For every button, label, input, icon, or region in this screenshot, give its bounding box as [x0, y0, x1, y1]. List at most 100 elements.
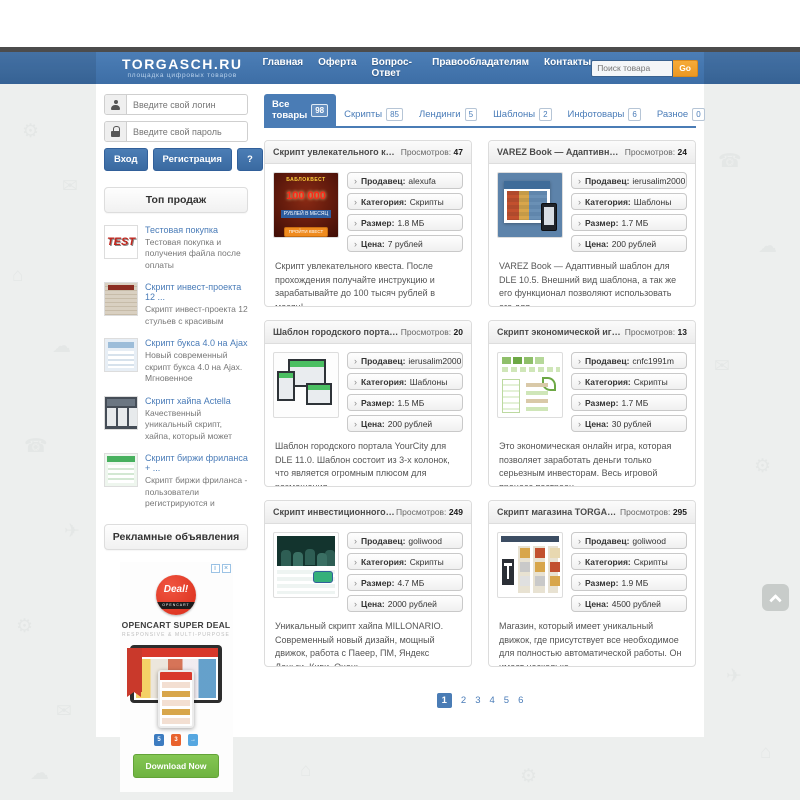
item-thumbnail[interactable]: TEST — [104, 225, 138, 259]
chevron-right-icon: › — [354, 578, 357, 588]
thumb-amount: 100 000 — [274, 190, 338, 202]
seller-label: Продавец: — [361, 176, 405, 186]
product-title[interactable]: Шаблон городского портала Y... — [273, 327, 399, 337]
product-title[interactable]: Скрипт увлекательного квест.... — [273, 147, 399, 157]
search-go-button[interactable]: Go — [673, 60, 698, 77]
item-title-link[interactable]: Скрипт инвест-проекта 12 ... — [145, 282, 248, 302]
product-title[interactable]: Скрипт магазина TORGASCH — [497, 507, 620, 517]
item-title-link[interactable]: Скрипт биржи фриланса + ... — [145, 453, 248, 473]
tab-all-products[interactable]: Все товары 98 — [264, 94, 336, 126]
chevron-right-icon: › — [578, 239, 581, 249]
views-count: 20 — [454, 327, 463, 337]
price-label: Цена: — [361, 599, 385, 609]
top-whitespace — [0, 0, 800, 47]
register-button[interactable]: Регистрация — [153, 148, 232, 171]
product-thumbnail[interactable] — [497, 532, 563, 598]
item-title-link[interactable]: Скрипт хайпа Actella — [145, 396, 248, 406]
thumbnail-label: TEST — [107, 236, 135, 248]
price-label: Цена: — [585, 599, 609, 609]
adchoices-close-icon[interactable]: × — [222, 564, 231, 573]
item-thumbnail[interactable] — [104, 396, 138, 430]
navbar: TORGASCH.RU площадка цифровых товаров Гл… — [0, 52, 800, 84]
seller-value: goliwood — [408, 536, 442, 546]
seller-label: Продавец: — [585, 176, 629, 186]
product-thumbnail[interactable]: БАБЛОКВЕСТ 100 000 РУБЛЕЙ В МЕСЯЦ ПРОЙТИ… — [273, 172, 339, 238]
product-card: VAREZ Book — Адаптивный ш... Просмотров:… — [488, 140, 696, 307]
tab-count-badge: 6 — [628, 108, 640, 121]
size-field: ›Размер:1.5 МБ — [347, 394, 463, 411]
pattern-cloud-icon: ☁ — [52, 335, 71, 358]
tab-templates[interactable]: Шаблоны 2 — [485, 103, 559, 126]
chevron-right-icon: › — [578, 599, 581, 609]
price-label: Цена: — [361, 419, 385, 429]
price-value: 7 рублей — [388, 239, 423, 249]
password-input[interactable] — [127, 122, 247, 141]
size-value: 1.9 МБ — [621, 578, 648, 588]
product-title[interactable]: Скрипт экономической игры ... — [497, 327, 623, 337]
chevron-right-icon: › — [354, 398, 357, 408]
size-value: 1.7 МБ — [621, 398, 648, 408]
seller-value: cnfc1991m — [632, 356, 674, 366]
product-title[interactable]: Скрипт инвестиционного про... — [273, 507, 396, 517]
product-title[interactable]: VAREZ Book — Адаптивный ш... — [497, 147, 623, 157]
page-button-5[interactable]: 5 — [504, 695, 509, 706]
ad-ribbon — [127, 648, 142, 692]
ad-tech-icons: 5 3 → — [120, 734, 233, 746]
nav-link-copyright[interactable]: Правообладателям — [432, 57, 529, 79]
product-card: Скрипт экономической игры ... Просмотров… — [488, 320, 696, 487]
product-thumbnail[interactable] — [273, 352, 339, 418]
size-field: ›Размер:4.7 МБ — [347, 574, 463, 591]
tab-infoproducts[interactable]: Инфотовары 6 — [560, 103, 649, 126]
category-value: Шаблоны — [410, 377, 448, 387]
tab-scripts[interactable]: Скрипты 85 — [336, 103, 411, 126]
pattern-mail-icon: ✉ — [56, 700, 72, 723]
seller-value: ierusalim2000 — [408, 356, 461, 366]
product-thumbnail[interactable] — [497, 172, 563, 238]
tab-count-badge: 0 — [692, 108, 704, 121]
page-button-6[interactable]: 6 — [518, 695, 523, 706]
ad-banner[interactable]: i × Deal! OPENCART OPENCART SUPER DEAL R… — [120, 562, 233, 792]
adchoices-info-icon[interactable]: i — [211, 564, 220, 573]
product-card: Скрипт увлекательного квест.... Просмотр… — [264, 140, 472, 307]
login-input[interactable] — [127, 95, 247, 114]
category-tabs: Все товары 98 Скрипты 85 Лендинги 5 Шабл… — [264, 94, 696, 128]
category-label: Категория: — [361, 377, 407, 387]
item-title-link[interactable]: Скрипт букса 4.0 на Ajax — [145, 338, 248, 348]
page-button-4[interactable]: 4 — [490, 695, 495, 706]
help-button[interactable]: ? — [237, 148, 263, 171]
size-field: ›Размер:1.7 МБ — [571, 394, 687, 411]
product-thumbnail[interactable] — [273, 532, 339, 598]
seller-value: alexufa — [408, 176, 435, 186]
pattern-plane-icon: ✈ — [64, 520, 80, 543]
chevron-right-icon: › — [354, 176, 357, 186]
pattern-gear-icon: ⚙ — [754, 455, 771, 478]
scroll-to-top-button[interactable] — [762, 584, 789, 611]
tab-misc[interactable]: Разное 0 — [649, 103, 713, 126]
chevron-up-icon — [769, 594, 782, 607]
page-button-3[interactable]: 3 — [475, 695, 480, 706]
seller-value: goliwood — [632, 536, 666, 546]
item-title-link[interactable]: Тестовая покупка — [145, 225, 248, 235]
product-description: Уникальный скрипт хайпа MILLONARIO. Совр… — [265, 614, 471, 666]
pattern-cloud-icon: ☁ — [758, 235, 777, 258]
site-logo[interactable]: TORGASCH.RU площадка цифровых товаров — [122, 57, 242, 80]
page-button-2[interactable]: 2 — [461, 695, 466, 706]
product-thumbnail[interactable] — [497, 352, 563, 418]
ad-download-button[interactable]: Download Now — [133, 754, 219, 778]
nav-link-faq[interactable]: Вопрос-Ответ — [372, 57, 418, 79]
page-button-1[interactable]: 1 — [437, 693, 452, 708]
nav-link-contacts[interactable]: Контакты — [544, 57, 591, 79]
views-count: 47 — [454, 147, 463, 157]
nav-link-home[interactable]: Главная — [262, 57, 303, 79]
login-button[interactable]: Вход — [104, 148, 148, 171]
item-thumbnail[interactable] — [104, 282, 138, 316]
tab-landings[interactable]: Лендинги 5 — [411, 103, 485, 126]
views-count: 295 — [673, 507, 687, 517]
item-thumbnail[interactable] — [104, 453, 138, 487]
item-thumbnail[interactable] — [104, 338, 138, 372]
search-input[interactable] — [591, 60, 673, 77]
views-label: Просмотров: — [401, 147, 451, 157]
nav-link-offer[interactable]: Оферта — [318, 57, 356, 79]
pattern-gear-icon: ⚙ — [22, 120, 39, 143]
pattern-mail-icon: ✉ — [62, 175, 78, 198]
